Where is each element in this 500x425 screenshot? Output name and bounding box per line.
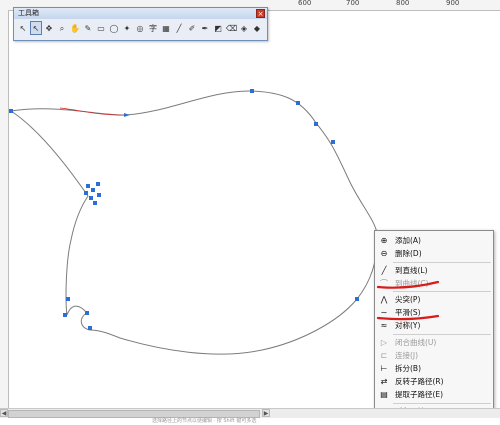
- menu-item-symmetric[interactable]: ≈ 对称(Y): [375, 319, 493, 332]
- menu-item-label: 添加(A): [395, 236, 421, 245]
- path-node-handles[interactable]: [9, 89, 380, 330]
- node-context-menu: ⊕ 添加(A) ⊖ 删除(D) ╱ 到直线(L) ⌒ 到曲线(C) ⋀ 尖突(P…: [374, 230, 494, 422]
- ruler-tick-label: 800: [396, 0, 410, 7]
- path-node[interactable]: [84, 191, 88, 195]
- line-tool-icon[interactable]: ╱: [173, 21, 185, 35]
- delete-node-icon: ⊖: [380, 249, 388, 258]
- ruler-tick-label: 900: [446, 0, 460, 7]
- close-icon[interactable]: ×: [256, 9, 265, 18]
- path-node[interactable]: [88, 326, 92, 330]
- scroll-right-icon[interactable]: ▶: [262, 409, 270, 417]
- pointer-tool-icon[interactable]: ↖: [17, 21, 29, 35]
- menu-separator: [393, 291, 491, 292]
- path-node[interactable]: [97, 193, 101, 197]
- spiral-tool-icon[interactable]: ◎: [134, 21, 146, 35]
- path-node[interactable]: [331, 140, 335, 144]
- path-node[interactable]: [93, 201, 97, 205]
- menu-separator: [393, 262, 491, 263]
- menu-item-extract-subpath[interactable]: ▤ 提取子路径(E): [375, 388, 493, 401]
- menu-item-label: 提取子路径(E): [395, 390, 444, 399]
- red-segment-highlight: [59, 107, 127, 116]
- menu-item-smooth[interactable]: ∼ 平滑(S): [375, 306, 493, 319]
- menu-item-label: 反转子路径(R): [395, 377, 444, 386]
- menu-item-add[interactable]: ⊕ 添加(A): [375, 234, 493, 247]
- eraser-tool-icon[interactable]: ⌫: [225, 21, 237, 35]
- menu-item-label: 尖突(P): [395, 295, 421, 304]
- menu-item-label: 拆分(B): [395, 364, 421, 373]
- path-node[interactable]: [355, 297, 359, 301]
- menu-item-label: 连接(J): [395, 351, 419, 360]
- vertical-ruler: [0, 10, 9, 408]
- path-node[interactable]: [85, 311, 89, 315]
- ellipse-tool-icon[interactable]: ◯: [108, 21, 120, 35]
- table-tool-icon[interactable]: ▦: [160, 21, 172, 35]
- menu-item-reverse-subpath[interactable]: ⇄ 反转子路径(R): [375, 375, 493, 388]
- path-node[interactable]: [66, 297, 70, 301]
- pan-tool-icon[interactable]: ✋: [69, 21, 81, 35]
- scroll-left-icon[interactable]: ◀: [0, 409, 8, 417]
- cusp-icon: ⋀: [380, 295, 388, 304]
- path-node[interactable]: [63, 313, 67, 317]
- menu-item-join: ⊏ 连接(J): [375, 349, 493, 362]
- menu-item-delete[interactable]: ⊖ 删除(D): [375, 247, 493, 260]
- path-node[interactable]: [91, 188, 95, 192]
- path-node[interactable]: [296, 101, 300, 105]
- node-tool-icon[interactable]: ↖: [30, 21, 42, 35]
- menu-item-label: 删除(D): [395, 249, 422, 258]
- menu-item-label: 对称(Y): [395, 321, 421, 330]
- outline-tool-icon[interactable]: ◆: [251, 21, 263, 35]
- extract-icon: ▤: [380, 390, 388, 399]
- menu-item-cusp[interactable]: ⋀ 尖突(P): [375, 293, 493, 306]
- menu-item-to-line[interactable]: ╱ 到直线(L): [375, 264, 493, 277]
- symmetric-icon: ≈: [380, 321, 388, 330]
- status-bar: 选择路径上的节点以便编辑 · 按 Shift 键可多选: [0, 418, 500, 425]
- join-icon: ⊏: [380, 351, 388, 360]
- add-node-icon: ⊕: [380, 236, 388, 245]
- menu-item-close-curve: ▷ 闭合曲线(U): [375, 336, 493, 349]
- path-node[interactable]: [250, 89, 254, 93]
- toolbox-title: 工具箱: [18, 9, 39, 17]
- path-node[interactable]: [9, 109, 13, 113]
- status-text: 选择路径上的节点以便编辑 · 按 Shift 键可多选: [152, 418, 257, 424]
- path-node[interactable]: [86, 184, 90, 188]
- reverse-icon: ⇄: [380, 377, 388, 386]
- polygon-tool-icon[interactable]: ✦: [121, 21, 133, 35]
- dropper-tool-icon[interactable]: ✒: [199, 21, 211, 35]
- scrollbar-thumb[interactable]: [8, 410, 260, 418]
- brush-tool-icon[interactable]: ✐: [186, 21, 198, 35]
- menu-item-break[interactable]: ⊢ 拆分(B): [375, 362, 493, 375]
- path-node[interactable]: [89, 196, 93, 200]
- break-icon: ⊢: [380, 364, 388, 373]
- menu-item-label: 到直线(L): [395, 266, 428, 275]
- menu-item-label: 平滑(S): [395, 308, 421, 317]
- menu-item-label: 闭合曲线(U): [395, 338, 437, 347]
- rect-tool-icon[interactable]: ▭: [95, 21, 107, 35]
- ruler-tick-label: 700: [346, 0, 360, 7]
- menu-item-label: 到曲线(C): [395, 279, 429, 288]
- toolbox-titlebar[interactable]: 工具箱 ×: [14, 8, 267, 19]
- toolbox-panel[interactable]: 工具箱 × ↖ ↖ ✥ ⌕ ✋ ✎ ▭ ◯ ✦ ◎ 字 ▦ ╱ ✐ ✒ ◩ ⌫ …: [13, 7, 268, 41]
- path-node[interactable]: [96, 182, 100, 186]
- fill-tool-icon[interactable]: ◩: [212, 21, 224, 35]
- transform-tool-icon[interactable]: ✥: [43, 21, 55, 35]
- horizontal-scrollbar[interactable]: ◀ ▶: [0, 408, 500, 418]
- menu-item-to-curve: ⌒ 到曲线(C): [375, 277, 493, 290]
- bucket-tool-icon[interactable]: ◈: [238, 21, 250, 35]
- ruler-tick-label: 600: [298, 0, 312, 7]
- text-tool-icon[interactable]: 字: [147, 21, 159, 35]
- smooth-icon: ∼: [380, 308, 388, 317]
- toolbox-tools: ↖ ↖ ✥ ⌕ ✋ ✎ ▭ ◯ ✦ ◎ 字 ▦ ╱ ✐ ✒ ◩ ⌫ ◈ ◆: [14, 19, 267, 35]
- to-curve-icon: ⌒: [380, 279, 388, 288]
- pen-tool-icon[interactable]: ✎: [82, 21, 94, 35]
- menu-separator: [393, 334, 491, 335]
- zoom-tool-icon[interactable]: ⌕: [56, 21, 68, 35]
- close-curve-icon: ▷: [380, 338, 388, 347]
- menu-separator: [393, 403, 491, 404]
- path-node[interactable]: [314, 122, 318, 126]
- to-line-icon: ╱: [381, 266, 387, 275]
- direction-arrow-icon: [124, 113, 130, 117]
